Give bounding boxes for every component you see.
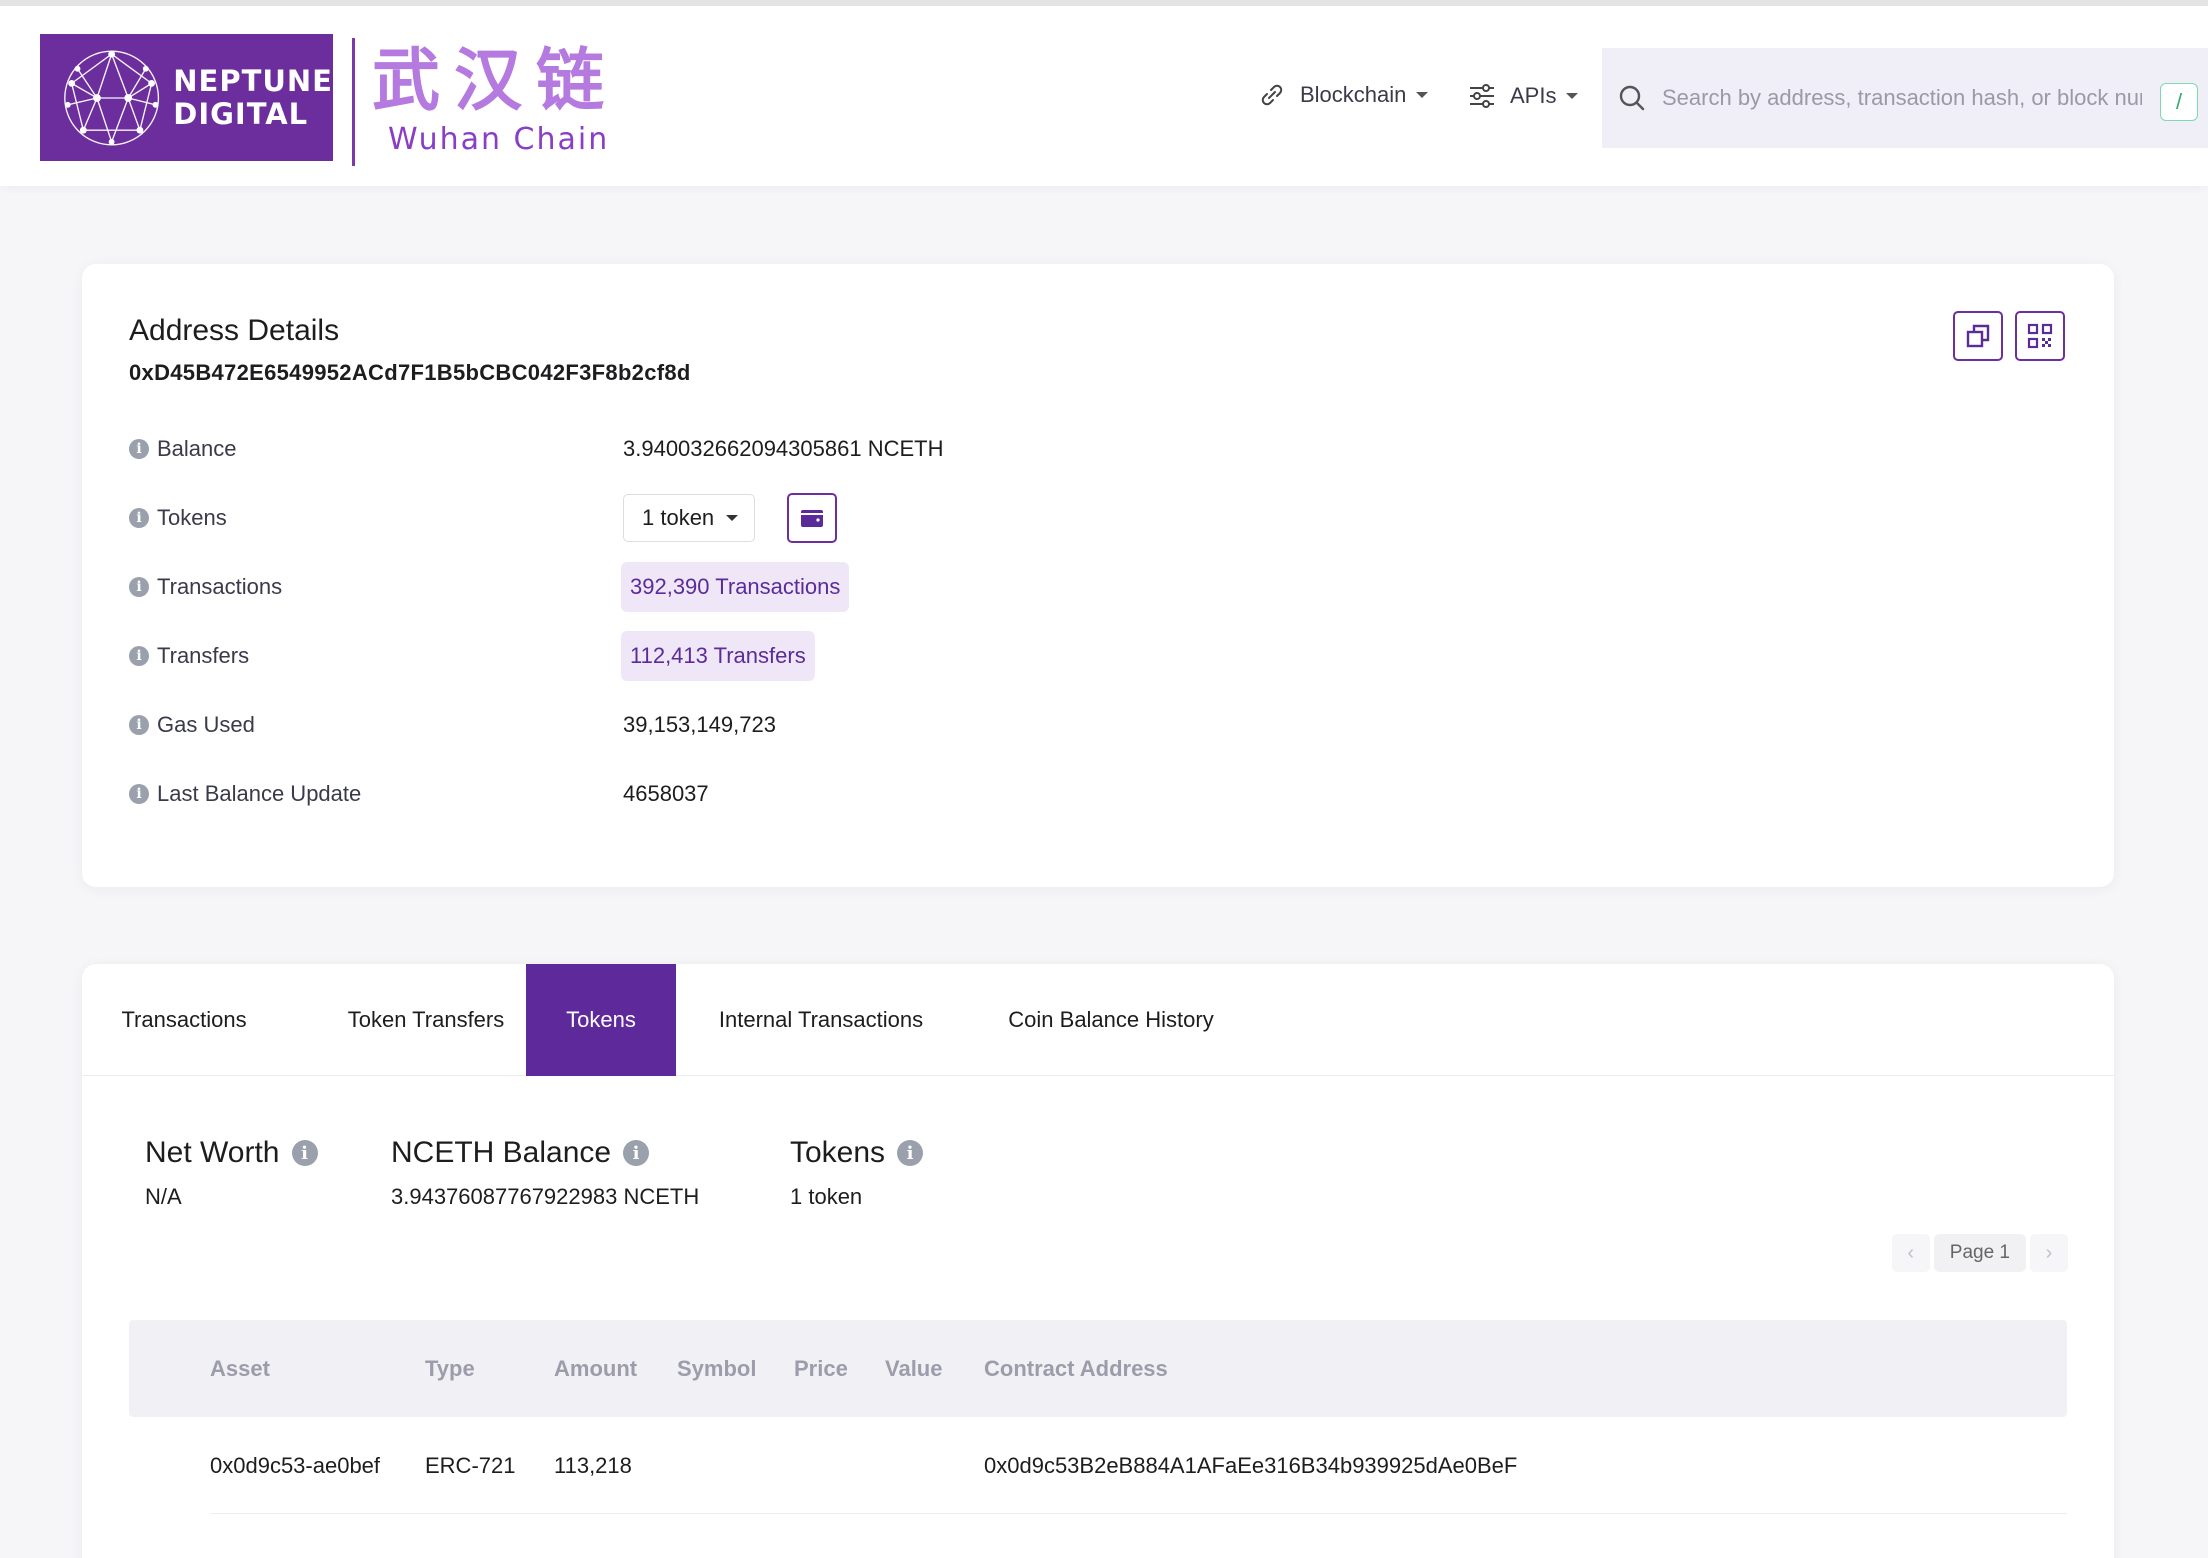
tab-tokens[interactable]: Tokens xyxy=(526,964,676,1076)
last-balance-update-link[interactable]: 4658037 xyxy=(623,781,709,807)
net-worth-title: Net Worth xyxy=(145,1136,280,1169)
tokens-stat-value: 1 token xyxy=(790,1184,863,1209)
tab-bar: Transactions Token Transfers Tokens Inte… xyxy=(82,964,2114,1076)
wallet-button[interactable] xyxy=(787,493,838,543)
current-page: Page 1 xyxy=(1933,1234,2026,1272)
neptune-digital-logo[interactable]: NEPTUNE DIGITAL xyxy=(40,34,333,161)
info-icon[interactable]: i xyxy=(129,715,149,735)
tokens-label: Tokens xyxy=(157,505,227,530)
sliders-icon xyxy=(1470,84,1494,108)
logo-divider xyxy=(352,38,355,166)
info-icon[interactable]: i xyxy=(129,784,149,804)
nav-blockchain-label: Blockchain xyxy=(1300,82,1407,107)
logo-wordmark: NEPTUNE DIGITAL xyxy=(173,63,333,131)
info-icon[interactable]: i xyxy=(129,439,149,459)
balance-value: 3.940032662094305861 NCETH xyxy=(623,436,944,461)
link-icon xyxy=(1261,84,1283,106)
table-row: 0x0d9c53-ae0bef ERC-721 113,218 0x0d9c53… xyxy=(129,1417,2067,1514)
nceth-balance-stat: NCETH Balance i 3.94376087767922983 NCETH xyxy=(391,1136,699,1210)
info-icon[interactable]: i xyxy=(129,508,149,528)
next-page-button[interactable]: › xyxy=(2030,1234,2068,1272)
search-input[interactable] xyxy=(1662,85,2142,111)
search-bar[interactable]: / xyxy=(1602,48,2208,148)
contract-address-link[interactable]: 0x0d9c53B2eB884A1AFaEe316B34b939925dAe0B… xyxy=(984,1453,1517,1479)
gas-used-value: 39,153,149,723 xyxy=(623,712,776,737)
net-worth-stat: Net Worth i N/A xyxy=(145,1136,318,1210)
tab-coin-balance-history[interactable]: Coin Balance History xyxy=(966,964,1256,1076)
tab-transactions[interactable]: Transactions xyxy=(82,964,286,1076)
address-hash: 0xD45B472E6549952ACd7F1B5bCBC042F3F8b2cf… xyxy=(129,360,691,385)
info-icon[interactable]: i xyxy=(129,646,149,666)
column-header-value: Value xyxy=(885,1356,943,1381)
qr-code-icon xyxy=(2027,323,2053,349)
transactions-count-link[interactable]: 392,390 Transactions xyxy=(621,562,850,612)
globe-network-icon xyxy=(64,50,160,145)
gas-used-row: i Gas Used 39,153,149,723 xyxy=(129,701,776,749)
net-worth-value: N/A xyxy=(145,1184,182,1209)
page-title: Address Details xyxy=(129,314,340,347)
transactions-label: Transactions xyxy=(157,574,283,599)
tokens-dropdown[interactable]: 1 token xyxy=(623,494,756,542)
column-header-asset: Asset xyxy=(210,1356,270,1381)
asset-link[interactable]: 0x0d9c53-ae0bef xyxy=(210,1453,380,1479)
logo-line2: DIGITAL xyxy=(173,96,309,131)
transactions-row: i Transactions 392,390 Transactions xyxy=(129,562,850,612)
tokens-dropdown-value: 1 token xyxy=(642,505,715,530)
transfers-label: Transfers xyxy=(157,643,250,668)
token-type: ERC-721 xyxy=(425,1453,516,1478)
nav-blockchain[interactable]: Blockchain xyxy=(1258,82,1429,108)
chevron-left-icon: ‹ xyxy=(1907,1241,1915,1264)
nceth-balance-value: 3.94376087767922983 NCETH xyxy=(391,1184,700,1209)
info-icon[interactable]: i xyxy=(129,577,149,597)
tab-token-transfers[interactable]: Token Transfers xyxy=(286,964,566,1076)
transfers-row: i Transfers 112,413 Transfers xyxy=(129,631,815,681)
qr-code-button[interactable] xyxy=(2015,311,2065,361)
search-shortcut-key: / xyxy=(2160,83,2198,121)
nceth-balance-title: NCETH Balance xyxy=(391,1136,612,1169)
address-details-card: Address Details 0xD45B472E6549952ACd7F1B… xyxy=(82,264,2114,887)
tokens-stat: Tokens i 1 token xyxy=(790,1136,924,1210)
gas-used-label: Gas Used xyxy=(157,712,255,737)
wallet-icon xyxy=(801,510,824,527)
tab-internal-transactions[interactable]: Internal Transactions xyxy=(676,964,966,1076)
logo-line1: NEPTUNE xyxy=(173,63,333,98)
logo-english-name: Wuhan Chain xyxy=(388,122,610,157)
balance-row: i Balance 3.940032662094305861 NCETH xyxy=(129,425,943,473)
prev-page-button[interactable]: ‹ xyxy=(1891,1234,1930,1272)
last-balance-update-row: i Last Balance Update 4658037 xyxy=(129,770,709,818)
balance-label: Balance xyxy=(157,436,237,461)
token-amount: 113,218 xyxy=(554,1453,632,1478)
column-header-amount: Amount xyxy=(554,1356,638,1381)
info-icon[interactable]: i xyxy=(291,1140,318,1166)
tokens-stat-title: Tokens xyxy=(790,1136,886,1169)
tokens-row: i Tokens 1 token xyxy=(129,493,838,543)
column-header-symbol: Symbol xyxy=(677,1356,757,1381)
copy-icon xyxy=(1966,324,1990,348)
info-icon[interactable]: i xyxy=(897,1140,924,1166)
chevron-down-icon xyxy=(726,515,739,521)
copy-address-button[interactable] xyxy=(1953,311,2003,361)
column-header-contract-address: Contract Address xyxy=(984,1356,1168,1381)
row-divider xyxy=(210,1513,2067,1514)
column-header-type: Type xyxy=(425,1356,475,1381)
chevron-down-icon xyxy=(1416,92,1429,98)
address-tabs-card: Transactions Token Transfers Tokens Inte… xyxy=(82,964,2114,1558)
transfers-count-link[interactable]: 112,413 Transfers xyxy=(621,631,815,681)
info-icon[interactable]: i xyxy=(623,1140,650,1166)
table-header: Asset Type Amount Symbol Price Value Con… xyxy=(129,1320,2067,1417)
top-header: NEPTUNE DIGITAL 武汉链 Wuhan Chain Blockcha… xyxy=(0,0,2208,186)
logo-chinese-name: 武汉链 xyxy=(372,42,619,121)
last-balance-update-label: Last Balance Update xyxy=(157,781,362,806)
nav-apis[interactable]: APIs xyxy=(1468,82,1579,110)
pagination: ‹ Page 1 › xyxy=(1891,1234,2068,1272)
search-icon xyxy=(1619,85,1645,111)
chevron-right-icon: › xyxy=(2045,1241,2053,1264)
column-header-price: Price xyxy=(794,1356,848,1381)
chevron-down-icon xyxy=(1566,93,1579,99)
nav-apis-label: APIs xyxy=(1510,83,1557,108)
